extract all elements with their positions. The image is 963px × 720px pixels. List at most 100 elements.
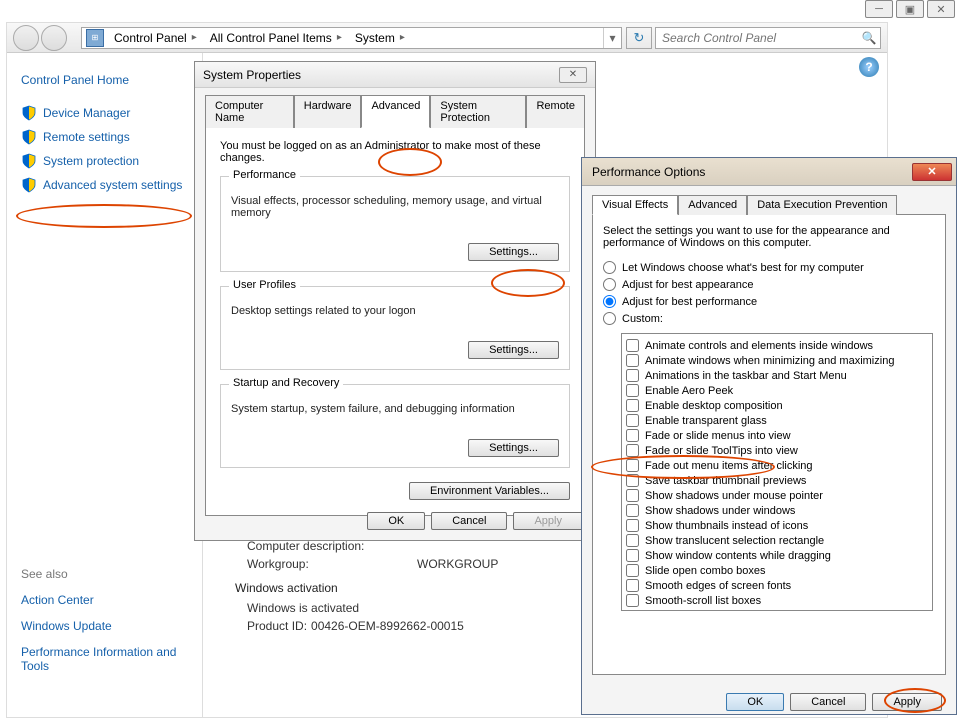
see-also-windows-update[interactable]: Windows Update [21, 613, 202, 639]
check-label: Fade or slide ToolTips into view [645, 445, 798, 457]
check-input[interactable] [626, 474, 639, 487]
maximize-button[interactable]: ▣ [896, 0, 924, 18]
check-input[interactable] [626, 519, 639, 532]
shield-icon [21, 105, 37, 121]
close-button[interactable]: ✕ [927, 0, 955, 18]
check-input[interactable] [626, 564, 639, 577]
search-input[interactable] [656, 31, 858, 45]
environment-variables-button[interactable]: Environment Variables... [409, 482, 570, 500]
radio-input[interactable] [603, 261, 616, 274]
shield-icon [21, 129, 37, 145]
sysprop-body: Computer Name Hardware Advanced System P… [195, 88, 595, 522]
check-label: Enable desktop composition [645, 400, 783, 412]
help-icon[interactable]: ? [859, 57, 879, 77]
see-also-performance-info[interactable]: Performance Information and Tools [21, 639, 202, 679]
sidebar-home-link[interactable]: Control Panel Home [21, 63, 202, 101]
radio-input[interactable] [603, 312, 616, 325]
check-row[interactable]: Smooth edges of screen fonts [626, 578, 928, 593]
tab-system-protection[interactable]: System Protection [430, 95, 526, 128]
user-profiles-settings-button[interactable]: Settings... [468, 341, 559, 359]
radio-label: Custom: [622, 313, 663, 325]
check-row[interactable]: Animate controls and elements inside win… [626, 338, 928, 353]
performance-settings-button[interactable]: Settings... [468, 243, 559, 261]
check-row[interactable]: Enable Aero Peek [626, 383, 928, 398]
crumb-system[interactable]: System [349, 28, 412, 48]
tab-computer-name[interactable]: Computer Name [205, 95, 294, 128]
group-performance: Performance Visual effects, processor sc… [220, 176, 570, 272]
sysprop-close-button[interactable]: ✕ [559, 67, 587, 83]
tab-visual-effects[interactable]: Visual Effects [592, 195, 678, 215]
activation-status: Windows is activated [247, 601, 359, 615]
check-input[interactable] [626, 579, 639, 592]
check-row[interactable]: Slide open combo boxes [626, 563, 928, 578]
outer-titlebar: ─ ▣ ✕ [862, 0, 955, 24]
check-input[interactable] [626, 459, 639, 472]
check-row[interactable]: Enable transparent glass [626, 413, 928, 428]
sysprop-cancel-button[interactable]: Cancel [431, 512, 507, 530]
back-button[interactable] [13, 25, 39, 51]
check-row[interactable]: Smooth-scroll list boxes [626, 593, 928, 608]
check-row[interactable]: Show shadows under windows [626, 503, 928, 518]
check-row[interactable]: Show thumbnails instead of icons [626, 518, 928, 533]
check-row[interactable]: Show translucent selection rectangle [626, 533, 928, 548]
check-input[interactable] [626, 429, 639, 442]
sidebar-remote-settings[interactable]: Remote settings [21, 125, 202, 149]
check-input[interactable] [626, 339, 639, 352]
search-icon[interactable]: 🔍 [858, 31, 880, 45]
check-label: Show shadows under mouse pointer [645, 490, 823, 502]
sidebar-device-manager[interactable]: Device Manager [21, 101, 202, 125]
tab-perf-advanced[interactable]: Advanced [678, 195, 747, 215]
tab-dep[interactable]: Data Execution Prevention [747, 195, 897, 215]
minimize-button[interactable]: ─ [865, 0, 893, 18]
check-row[interactable]: Show shadows under mouse pointer [626, 488, 928, 503]
radio-label: Let Windows choose what's best for my co… [622, 262, 864, 274]
sidebar-advanced-system-settings[interactable]: Advanced system settings [21, 173, 202, 197]
sysprop-apply-button[interactable]: Apply [513, 512, 583, 530]
check-row[interactable]: Fade out menu items after clicking [626, 458, 928, 473]
radio-input[interactable] [603, 278, 616, 291]
check-input[interactable] [626, 489, 639, 502]
crumb-dropdown[interactable]: ▾ [603, 28, 621, 48]
sidebar-system-protection[interactable]: System protection [21, 149, 202, 173]
check-input[interactable] [626, 384, 639, 397]
check-input[interactable] [626, 534, 639, 547]
check-input[interactable] [626, 399, 639, 412]
check-row[interactable]: Animations in the taskbar and Start Menu [626, 368, 928, 383]
breadcrumb-bar[interactable]: ⊞ Control Panel All Control Panel Items … [81, 27, 622, 49]
check-row[interactable]: Show window contents while dragging [626, 548, 928, 563]
tab-advanced[interactable]: Advanced [361, 95, 430, 128]
check-row[interactable]: Animate windows when minimizing and maxi… [626, 353, 928, 368]
check-input[interactable] [626, 414, 639, 427]
check-input[interactable] [626, 444, 639, 457]
check-row[interactable]: Enable desktop composition [626, 398, 928, 413]
check-input[interactable] [626, 369, 639, 382]
radio-best-appearance[interactable]: Adjust for best appearance [603, 276, 935, 293]
sysprop-ok-button[interactable]: OK [367, 512, 425, 530]
crumb-control-panel[interactable]: Control Panel [108, 28, 204, 48]
perfopt-close-button[interactable]: ✕ [912, 163, 952, 181]
perfopt-ok-button[interactable]: OK [726, 693, 784, 711]
perfopt-cancel-button[interactable]: Cancel [790, 693, 866, 711]
check-input[interactable] [626, 594, 639, 607]
check-input[interactable] [626, 354, 639, 367]
check-input[interactable] [626, 549, 639, 562]
tab-remote[interactable]: Remote [526, 95, 585, 128]
check-row[interactable]: Save taskbar thumbnail previews [626, 473, 928, 488]
group-user-profiles-desc: Desktop settings related to your logon [231, 305, 559, 317]
visual-effects-checklist[interactable]: Animate controls and elements inside win… [621, 333, 933, 611]
see-also-action-center[interactable]: Action Center [21, 587, 202, 613]
radio-let-windows-choose[interactable]: Let Windows choose what's best for my co… [603, 259, 935, 276]
sysprop-tabstrip: Computer Name Hardware Advanced System P… [205, 94, 585, 128]
check-row[interactable]: Fade or slide ToolTips into view [626, 443, 928, 458]
perfopt-apply-button[interactable]: Apply [872, 693, 942, 711]
radio-custom[interactable]: Custom: [603, 310, 935, 327]
forward-button[interactable] [41, 25, 67, 51]
check-row[interactable]: Fade or slide menus into view [626, 428, 928, 443]
crumb-all-items[interactable]: All Control Panel Items [204, 28, 349, 48]
check-input[interactable] [626, 504, 639, 517]
radio-best-performance[interactable]: Adjust for best performance [603, 293, 935, 310]
startup-recovery-settings-button[interactable]: Settings... [468, 439, 559, 457]
refresh-button[interactable]: ↻ [626, 27, 652, 49]
radio-input[interactable] [603, 295, 616, 308]
tab-hardware[interactable]: Hardware [294, 95, 362, 128]
